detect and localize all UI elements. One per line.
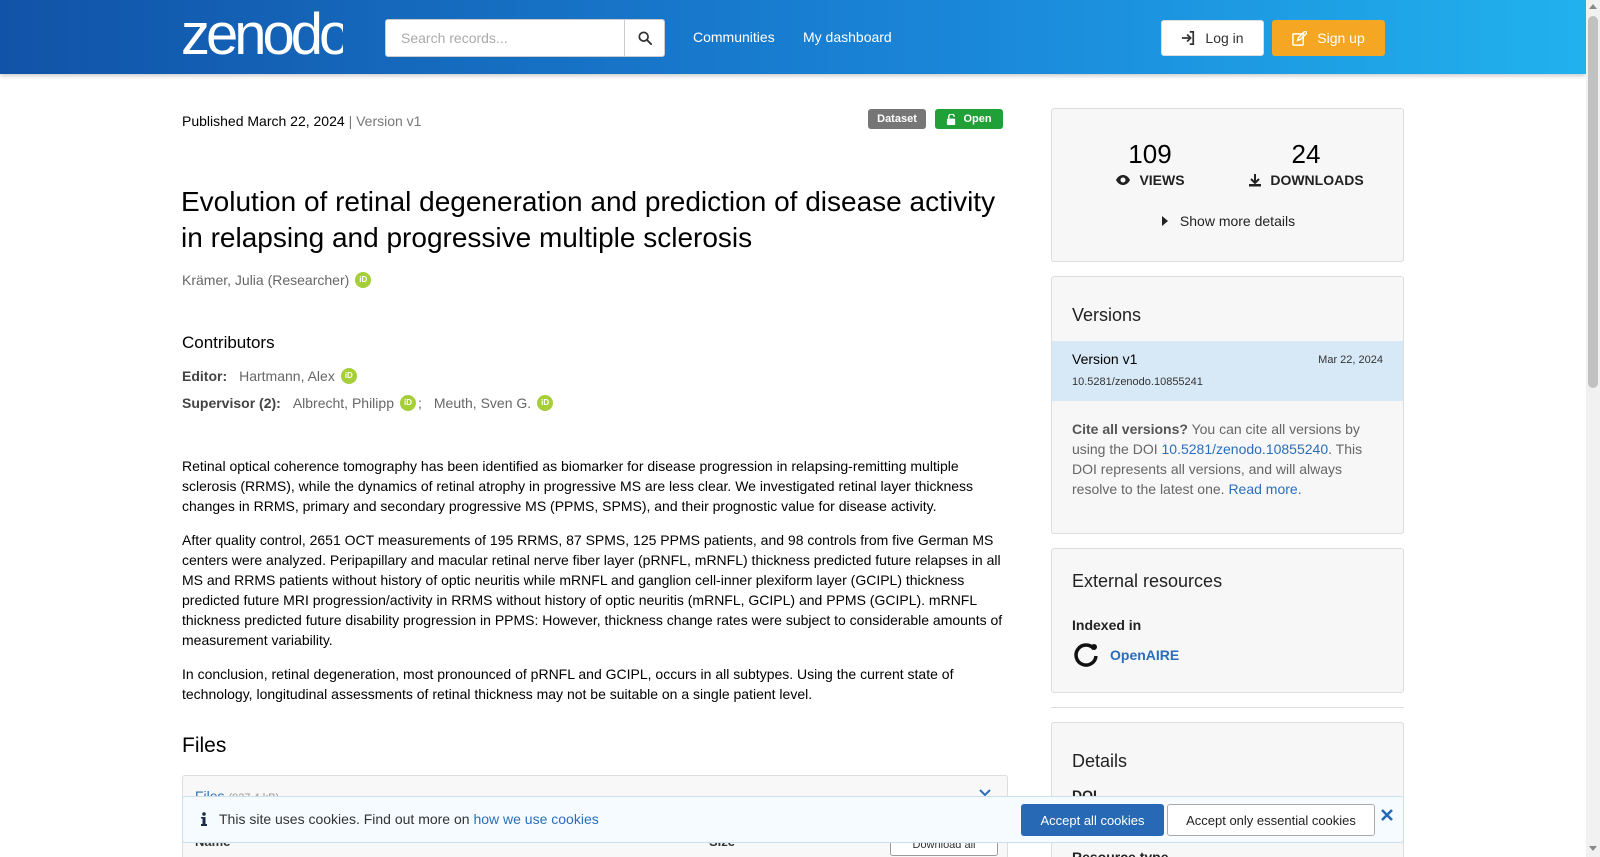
- read-more-link[interactable]: Read more.: [1228, 481, 1301, 497]
- scroll-thumb[interactable]: [1588, 16, 1598, 388]
- info-icon: [201, 812, 207, 826]
- versions-title: Versions: [1072, 305, 1142, 325]
- sign-in-icon: [1182, 31, 1195, 45]
- editor-role: Editor:: [182, 368, 228, 384]
- search-button[interactable]: [624, 19, 665, 57]
- external-resources-panel: External resources Indexed in OpenAIRE: [1051, 548, 1404, 693]
- divider: [1051, 707, 1404, 708]
- downloads-label-text: DOWNLOADS: [1270, 172, 1364, 188]
- description-paragraph: Retinal optical coherence tomography has…: [182, 458, 974, 514]
- publication-info: Published March 22, 2024 | Version v1: [182, 113, 421, 129]
- supervisor-name[interactable]: Albrecht, Philipp: [293, 395, 394, 411]
- cookie-text: This site uses cookies. Find out more on: [219, 811, 474, 827]
- version-date: Mar 22, 2024: [1318, 354, 1383, 366]
- resource-type-badge: Dataset: [868, 109, 926, 129]
- cookie-message: This site uses cookies. Find out more on…: [201, 811, 599, 827]
- version-doi: 10.5281/zenodo.10855241: [1072, 376, 1203, 388]
- access-label: Open: [963, 113, 992, 125]
- version-item[interactable]: Version v1 Mar 22, 2024 10.5281/zenodo.1…: [1052, 341, 1403, 401]
- supervisor-separator: ;: [417, 395, 422, 411]
- views-label-text: VIEWS: [1139, 172, 1185, 188]
- editor-row: Editor: Hartmann, Alex iD: [182, 368, 357, 384]
- details-title: Details: [1072, 751, 1128, 771]
- versions-panel: Versions Version v1 Mar 22, 2024 10.5281…: [1051, 276, 1404, 534]
- orcid-icon[interactable]: iD: [355, 272, 372, 288]
- views-label: VIEWS: [1070, 172, 1230, 188]
- signup-button[interactable]: Sign up: [1272, 20, 1385, 56]
- top-navbar: zenodo Communities My dashboard Log in S…: [0, 0, 1586, 74]
- accept-essential-cookies-button[interactable]: Accept only essential cookies: [1167, 804, 1375, 836]
- supervisor-role: Supervisor (2):: [182, 395, 281, 411]
- resource-type-label: Dataset: [877, 113, 917, 125]
- logo-text: zenodo: [181, 6, 343, 62]
- accept-essential-label: Accept only essential cookies: [1186, 812, 1356, 828]
- login-button[interactable]: Log in: [1161, 20, 1264, 56]
- openaire-label[interactable]: OpenAIRE: [1110, 647, 1179, 663]
- stats-panel: 109 VIEWS 24 DOWNLOADS Show more details: [1051, 108, 1404, 262]
- version-name[interactable]: Version v1: [1072, 351, 1137, 367]
- eye-icon: [1116, 175, 1131, 185]
- cite-all-versions: Cite all versions? You can cite all vers…: [1072, 419, 1382, 499]
- access-badge: Open: [935, 109, 1003, 129]
- page-scrollbar[interactable]: [1586, 0, 1600, 857]
- nav-communities[interactable]: Communities: [693, 29, 775, 45]
- author-name[interactable]: Krämer, Julia (Researcher): [182, 272, 349, 288]
- show-more-details[interactable]: Show more details: [1052, 213, 1405, 229]
- author[interactable]: Krämer, Julia (Researcher) iD: [182, 272, 372, 288]
- editor-name[interactable]: Hartmann, Alex: [239, 368, 335, 384]
- openaire-icon: [1074, 643, 1098, 667]
- show-more-label[interactable]: Show more details: [1180, 213, 1295, 229]
- openaire-link[interactable]: OpenAIRE: [1072, 641, 1179, 669]
- scroll-down-arrow-icon[interactable]: [1589, 846, 1597, 851]
- resource-type-label: Resource type: [1072, 849, 1169, 857]
- accept-all-cookies-button[interactable]: Accept all cookies: [1021, 804, 1164, 836]
- record-title: Evolution of retinal degeneration and pr…: [181, 186, 996, 253]
- indexed-in-label: Indexed in: [1072, 617, 1142, 633]
- edit-icon: [1292, 30, 1308, 46]
- description-paragraph: In conclusion, retinal degeneration, mos…: [182, 666, 954, 702]
- search-icon: [637, 31, 652, 45]
- cite-bold: Cite all versions?: [1072, 421, 1188, 437]
- cookie-banner: This site uses cookies. Find out more on…: [182, 796, 1404, 843]
- nav-my-dashboard[interactable]: My dashboard: [803, 29, 892, 45]
- scroll-up-arrow-icon[interactable]: [1589, 4, 1597, 9]
- files-heading: Files: [182, 734, 227, 757]
- contributors-heading: Contributors: [182, 333, 275, 352]
- cookie-policy-link[interactable]: how we use cookies: [473, 811, 598, 827]
- published-date: Published March 22, 2024: [182, 113, 345, 129]
- external-resources-title: External resources: [1072, 571, 1223, 591]
- concept-doi-link[interactable]: 10.5281/zenodo.10855240: [1162, 441, 1329, 457]
- close-icon[interactable]: [1381, 809, 1393, 821]
- supervisor-row: Supervisor (2): Albrecht, Philipp iD ; M…: [182, 395, 554, 411]
- unlock-icon: [947, 113, 956, 125]
- login-label: Log in: [1205, 30, 1244, 46]
- downloads-label: DOWNLOADS: [1226, 172, 1386, 188]
- caret-right-icon: [1161, 216, 1168, 226]
- orcid-icon[interactable]: iD: [340, 368, 357, 384]
- orcid-icon[interactable]: iD: [399, 395, 416, 411]
- description-paragraph: After quality control, 2651 OCT measurem…: [182, 532, 1003, 648]
- accept-all-label: Accept all cookies: [1040, 812, 1145, 828]
- supervisor-name[interactable]: Meuth, Sven G.: [434, 395, 531, 411]
- views-count: 109: [1128, 139, 1172, 169]
- signup-label: Sign up: [1317, 30, 1365, 46]
- zenodo-logo[interactable]: zenodo: [181, 2, 353, 67]
- search-input[interactable]: [385, 19, 625, 57]
- orcid-icon[interactable]: iD: [537, 395, 554, 411]
- version-label: | Version v1: [348, 113, 422, 129]
- download-icon: [1249, 174, 1262, 187]
- downloads-count: 24: [1291, 139, 1321, 169]
- zenodo-logo-icon: zenodo: [181, 2, 353, 67]
